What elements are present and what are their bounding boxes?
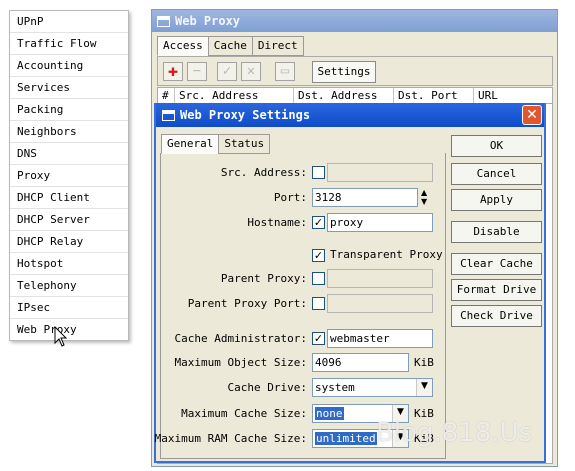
menu-item-packing[interactable]: Packing: [10, 99, 128, 121]
col-url[interactable]: URL: [474, 88, 552, 103]
menu-item-upnp[interactable]: UPnP: [10, 11, 128, 33]
menu-item-telephony[interactable]: Telephony: [10, 275, 128, 297]
col-src-address[interactable]: Src. Address: [175, 88, 294, 103]
col-dst-port[interactable]: Dst. Port: [394, 88, 474, 103]
max-cache-size-label: Maximum Cache Size:: [181, 407, 307, 420]
row-parent-proxy: Parent Proxy:: [161, 269, 447, 289]
window-icon: [162, 109, 175, 121]
src-address-checkbox[interactable]: [312, 166, 325, 179]
cache-admin-field[interactable]: webmaster: [327, 329, 433, 348]
settings-tabs: General Status: [161, 134, 271, 154]
web-proxy-title: Web Proxy: [175, 14, 241, 28]
tab-status[interactable]: Status: [218, 134, 271, 154]
web-proxy-settings-dialog: Web Proxy Settings ✕ General Status Src.…: [154, 103, 546, 463]
menu-item-dhcp-server[interactable]: DHCP Server: [10, 209, 128, 231]
max-object-size-field[interactable]: 4096: [312, 353, 409, 372]
menu-item-services[interactable]: Services: [10, 77, 128, 99]
hostname-field[interactable]: proxy: [327, 213, 433, 232]
transparent-proxy-label: Transparent Proxy: [330, 248, 443, 261]
parent-proxy-port-label: Parent Proxy Port:: [187, 297, 307, 310]
parent-proxy-port-field[interactable]: [327, 294, 433, 313]
menu-item-neighbors[interactable]: Neighbors: [10, 121, 128, 143]
comment-icon[interactable]: ▭: [275, 62, 295, 81]
remove-icon[interactable]: −: [187, 62, 207, 81]
web-proxy-tabs: Access Cache Direct: [157, 36, 304, 56]
cache-admin-checkbox[interactable]: ✓: [312, 332, 325, 345]
disable-button[interactable]: Disable: [451, 221, 542, 243]
disable-icon[interactable]: ✕: [241, 62, 261, 81]
cache-drive-value: system: [315, 381, 355, 394]
menu-item-dhcp-client[interactable]: DHCP Client: [10, 187, 128, 209]
close-icon[interactable]: ✕: [522, 105, 542, 125]
general-panel: Src. Address: Port: 3128 ▲ ▼ Hostname: ✓ …: [155, 153, 447, 459]
menu-item-hotspot[interactable]: Hotspot: [10, 253, 128, 275]
row-src-address: Src. Address:: [161, 163, 447, 183]
format-drive-button[interactable]: Format Drive: [451, 279, 542, 301]
src-address-label: Src. Address:: [220, 166, 307, 179]
add-icon[interactable]: ✚: [163, 62, 183, 81]
menu-item-dns[interactable]: DNS: [10, 143, 128, 165]
col-number[interactable]: #: [158, 88, 175, 103]
settings-button[interactable]: Settings: [312, 61, 376, 83]
menu-item-ipsec[interactable]: IPsec: [10, 297, 128, 319]
parent-proxy-port-checkbox[interactable]: [312, 297, 325, 310]
settings-titlebar[interactable]: Web Proxy Settings: [156, 103, 544, 127]
row-hostname: Hostname: ✓ proxy: [161, 213, 447, 233]
tab-cache[interactable]: Cache: [207, 36, 253, 56]
cancel-button[interactable]: Cancel: [451, 163, 542, 185]
check-drive-button[interactable]: Check Drive: [451, 305, 542, 327]
menu-item-proxy[interactable]: Proxy: [10, 165, 128, 187]
src-address-field[interactable]: [327, 163, 433, 182]
enable-icon[interactable]: ✓: [217, 62, 237, 81]
row-port: Port: 3128 ▲ ▼: [161, 188, 447, 208]
row-cache-drive: Cache Drive: system ▼: [161, 378, 447, 398]
watermark: Blog.818.Us: [376, 418, 533, 448]
menu-item-dhcp-relay[interactable]: DHCP Relay: [10, 231, 128, 253]
ok-button[interactable]: OK: [451, 135, 542, 157]
apply-button[interactable]: Apply: [451, 189, 542, 211]
toolbar: ✚ − ✓ ✕ ▭ Settings: [157, 56, 553, 86]
clear-cache-button[interactable]: Clear Cache: [451, 253, 542, 275]
cache-drive-label: Cache Drive:: [227, 381, 307, 394]
hostname-checkbox[interactable]: ✓: [312, 216, 325, 229]
parent-proxy-checkbox[interactable]: [312, 272, 325, 285]
menu-item-accounting[interactable]: Accounting: [10, 55, 128, 77]
tab-direct[interactable]: Direct: [251, 36, 304, 56]
web-proxy-titlebar[interactable]: Web Proxy: [152, 10, 557, 32]
parent-proxy-label: Parent Proxy:: [220, 272, 307, 285]
row-parent-proxy-port: Parent Proxy Port:: [161, 294, 447, 314]
hostname-label: Hostname:: [247, 216, 307, 229]
settings-title: Web Proxy Settings: [180, 108, 311, 122]
menu-item-traffic-flow[interactable]: Traffic Flow: [10, 33, 128, 55]
max-cache-size-value: none: [315, 407, 344, 420]
submenu: UPnP Traffic Flow Accounting Services Pa…: [9, 10, 129, 341]
row-cache-admin: Cache Administrator: ✓ webmaster: [161, 329, 447, 349]
cache-admin-label: Cache Administrator:: [174, 332, 307, 345]
max-object-size-label: Maximum Object Size:: [174, 356, 307, 369]
col-dst-address[interactable]: Dst. Address: [294, 88, 394, 103]
max-ram-cache-size-value: unlimited: [315, 432, 377, 445]
port-label: Port:: [273, 191, 307, 204]
cache-drive-select[interactable]: system ▼: [312, 378, 433, 397]
window-icon: [157, 15, 170, 27]
port-spinner-icon[interactable]: ▲ ▼: [421, 188, 427, 206]
tab-access[interactable]: Access: [157, 36, 209, 56]
row-max-object-size: Maximum Object Size: 4096 KiB: [161, 353, 447, 373]
mouse-pointer-icon: [54, 326, 68, 347]
max-object-size-unit: KiB: [414, 356, 434, 369]
max-ram-cache-size-label: Maximum RAM Cache Size:: [154, 432, 307, 445]
transparent-proxy-checkbox[interactable]: ✓: [312, 249, 325, 262]
menu-item-web-proxy[interactable]: Web Proxy: [10, 319, 128, 341]
parent-proxy-field[interactable]: [327, 269, 433, 288]
row-transparent-proxy: ✓ Transparent Proxy: [161, 246, 447, 266]
port-field[interactable]: 3128: [312, 188, 418, 207]
chevron-down-icon[interactable]: ▼: [416, 379, 432, 396]
rules-table-header: # Src. Address Dst. Address Dst. Port UR…: [157, 87, 553, 104]
tab-general[interactable]: General: [161, 134, 220, 154]
